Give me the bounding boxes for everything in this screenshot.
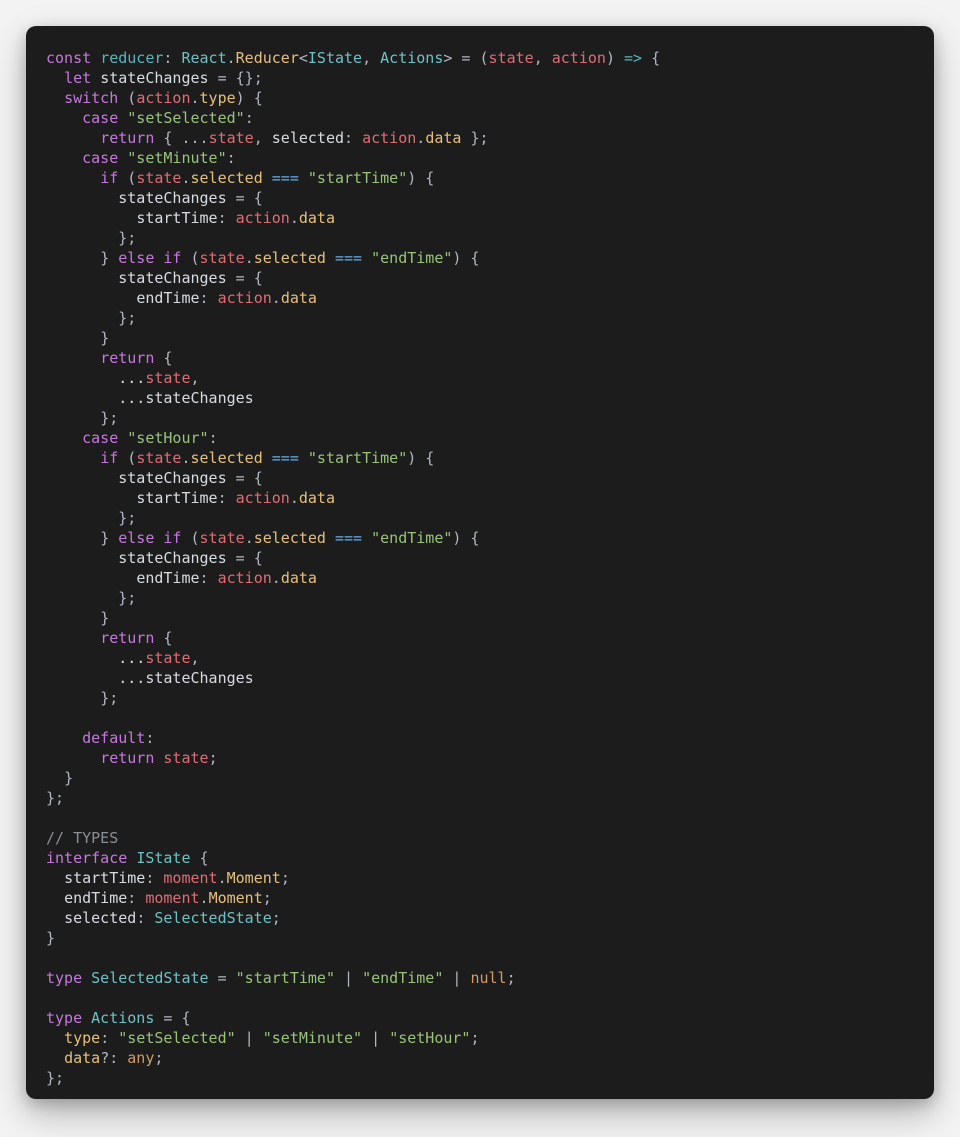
code-content: const reducer: React.Reducer<IState, Act… [46, 49, 660, 1087]
code-snippet-frame: const reducer: React.Reducer<IState, Act… [26, 26, 934, 1099]
code-block[interactable]: const reducer: React.Reducer<IState, Act… [26, 26, 934, 1099]
